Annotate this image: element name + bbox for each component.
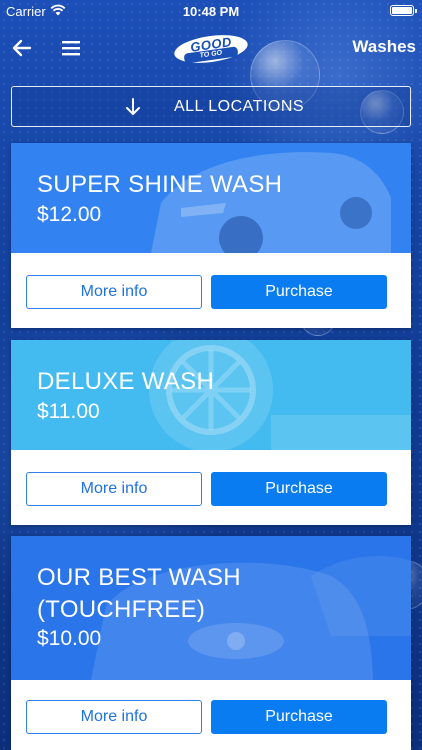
wash-title: DELUXE WASH (37, 366, 214, 398)
wash-title: SUPER SHINE WASH (37, 169, 282, 201)
more-info-button[interactable]: More info (26, 472, 202, 506)
purchase-button[interactable]: Purchase (211, 700, 387, 734)
wash-title-line: DELUXE WASH (37, 368, 215, 395)
purchase-button[interactable]: Purchase (211, 275, 387, 309)
nav-bar: GOOD TO GO Washes (0, 22, 422, 74)
status-bar: Carrier 10:48 PM (0, 0, 422, 22)
hamburger-menu-icon[interactable] (60, 36, 82, 60)
wash-price: $12.00 (37, 203, 102, 226)
wash-card-image: OUR BEST WASH (TOUCHFREE) $10.00 (11, 536, 411, 680)
wash-card: SUPER SHINE WASH $12.00 More info Purcha… (11, 143, 411, 328)
wash-title-line: OUR BEST WASH (37, 564, 241, 591)
arrow-left-icon[interactable] (10, 36, 34, 60)
wash-card: DELUXE WASH $11.00 More info Purchase (11, 340, 411, 525)
wash-title-line: (TOUCHFREE) (37, 596, 206, 623)
more-info-button[interactable]: More info (26, 275, 202, 309)
page-title: Washes (352, 37, 416, 56)
good-to-go-logo: GOOD TO GO (170, 28, 252, 70)
wash-title-line: SUPER SHINE WASH (37, 171, 283, 198)
purchase-button[interactable]: Purchase (211, 472, 387, 506)
wash-card-image: DELUXE WASH $11.00 (11, 340, 411, 450)
wash-title: OUR BEST WASH (TOUCHFREE) (37, 562, 241, 626)
wash-price: $10.00 (37, 627, 102, 650)
clock: 10:48 PM (182, 4, 240, 19)
wash-price: $11.00 (37, 400, 100, 423)
wash-card-image: SUPER SHINE WASH $12.00 (11, 143, 411, 253)
wash-card: OUR BEST WASH (TOUCHFREE) $10.00 More in… (11, 536, 411, 750)
battery-icon (390, 5, 417, 16)
more-info-button[interactable]: More info (26, 700, 202, 734)
location-label: ALL LOCATIONS (173, 98, 305, 115)
location-selector-button[interactable]: ALL LOCATIONS (11, 86, 411, 127)
